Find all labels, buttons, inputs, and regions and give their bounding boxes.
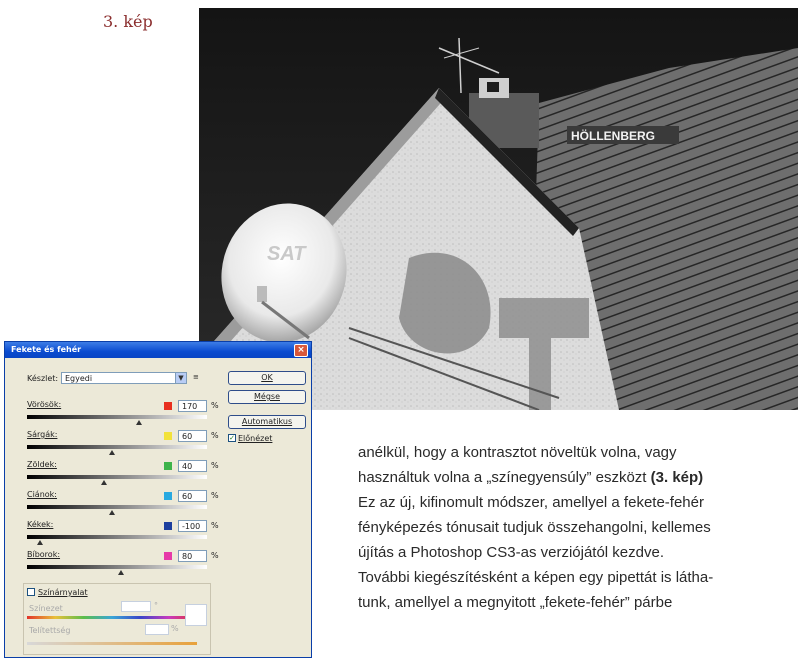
preset-menu-icon[interactable]: ≡ [193,373,199,381]
slider-track[interactable] [27,565,207,569]
preview-checkbox[interactable]: ✓ [228,434,236,442]
hue-input[interactable] [121,601,151,612]
color-swatch [164,522,172,530]
tint-label: Színárnyalat [38,588,88,597]
slider-value-input[interactable]: 60 [178,490,207,502]
color-swatch [164,492,172,500]
article-line: anélkül, hogy a kontrasztot növeltük vol… [358,444,677,461]
saturation-input[interactable] [145,624,169,635]
slider-track[interactable] [27,475,207,479]
ok-button[interactable]: OK [228,371,306,385]
black-white-dialog: Fekete és fehér × Készlet: Egyedi ▼ ≡ OK… [4,341,312,658]
slider-value-input[interactable]: 170 [178,400,207,412]
saturation-label: Telítettség [29,626,71,635]
percent-unit: % [211,401,219,410]
preset-label: Készlet: [27,374,59,383]
close-icon[interactable]: × [294,344,308,357]
slider-label: Sárgák: [27,430,58,439]
tint-checkbox[interactable] [27,588,35,596]
tint-color-swatch[interactable] [185,604,207,626]
color-swatch [164,402,172,410]
preset-select[interactable]: Egyedi [61,372,183,384]
dialog-titlebar: Fekete és fehér × [5,342,311,358]
slider-label: Ciánok: [27,490,58,499]
percent-unit: % [211,551,219,560]
slider-thumb[interactable] [117,570,124,575]
slider-track[interactable] [27,505,207,509]
slider-value-input[interactable]: 40 [178,460,207,472]
article-line: Ez az új, kifinomult módszer, amellyel a… [358,494,704,511]
article-line: újítás a Photoshop CS3-as verziójától ke… [358,544,664,561]
slider-track[interactable] [27,445,207,449]
article-line: További kiegészítésként a képen egy pipe… [358,569,714,586]
dish-logo: SAT [267,243,307,265]
preview-label: Előnézet [238,434,273,443]
figure-caption: 3. kép [103,12,153,31]
slider-label: Bíborok: [27,550,61,559]
article-line: használtuk volna a „színegyensúly” eszkö… [358,469,704,486]
slider-track[interactable] [27,415,207,419]
slider-thumb[interactable] [108,450,115,455]
slider-thumb[interactable] [108,510,115,515]
auto-button[interactable]: Automatikus [228,415,306,429]
color-swatch [164,432,172,440]
slider-track[interactable] [27,535,207,539]
slider-thumb[interactable] [36,540,43,545]
figure-reference: (3. kép) [650,469,704,486]
slider-thumb[interactable] [101,480,108,485]
sign-text: HÖLLENBERG [571,128,655,143]
slider-label: Kékek: [27,520,54,529]
color-swatch [164,462,172,470]
color-swatch [164,552,172,560]
article-body: anélkül, hogy a kontrasztot növeltük vol… [358,440,798,615]
hue-label: Színezet [29,604,63,613]
degree-unit: ° [154,601,158,610]
cancel-button[interactable]: Mégse [228,390,306,404]
article-line: tunk, amellyel a megnyitott „fekete-fehé… [358,594,673,611]
chevron-down-icon[interactable]: ▼ [175,372,187,384]
saturation-percent: % [171,624,179,633]
article-line: fényképezés tónusait tudjuk összehangoln… [358,519,711,536]
slider-thumb[interactable] [135,420,142,425]
percent-unit: % [211,491,219,500]
percent-unit: % [211,461,219,470]
percent-unit: % [211,431,219,440]
hue-spectrum[interactable] [27,616,197,619]
percent-unit: % [211,521,219,530]
dialog-title: Fekete és fehér [11,345,82,354]
slider-value-input[interactable]: 80 [178,550,207,562]
slider-value-input[interactable]: -100 [178,520,207,532]
slider-label: Zöldek: [27,460,57,469]
slider-label: Vörösök: [27,400,62,409]
slider-value-input[interactable]: 60 [178,430,207,442]
saturation-track[interactable] [27,642,197,645]
